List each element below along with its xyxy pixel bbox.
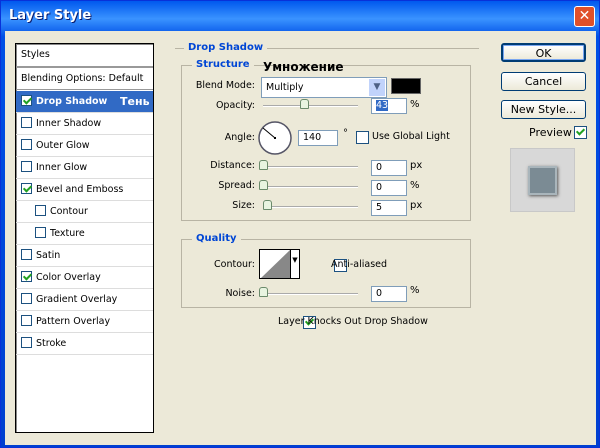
satin-checkbox[interactable] (21, 249, 32, 260)
preview-checkbox[interactable] (573, 126, 587, 139)
sidebar-item-contour[interactable]: Contour (16, 201, 153, 223)
opacity-slider-track[interactable] (263, 105, 358, 107)
noise-slider-thumb[interactable] (259, 287, 268, 297)
size-slider-track[interactable] (263, 206, 358, 208)
contour-curve-icon (261, 250, 290, 278)
sidebar-item-outer-glow[interactable]: Outer Glow (16, 135, 153, 157)
preview-label[interactable]: Preview (529, 126, 572, 139)
sidebar-item-gradient-overlay[interactable]: Gradient Overlay (16, 289, 153, 311)
outer-glow-checkbox[interactable] (21, 139, 32, 150)
opacity-input[interactable]: 43 (371, 98, 407, 114)
opacity-unit: % (410, 99, 420, 110)
contour-checkbox[interactable] (35, 205, 46, 216)
sidebar-item-inner-shadow[interactable]: Inner Shadow (16, 113, 153, 135)
opacity-label: Opacity: (215, 100, 255, 111)
inner-glow-checkbox[interactable] (21, 161, 32, 172)
layer-style-dialog: Layer Style ✕ Styles Blending Options: D… (0, 0, 600, 448)
texture-checkbox[interactable] (35, 227, 46, 238)
size-slider-thumb[interactable] (263, 200, 272, 210)
sidebar-item-label: Pattern Overlay (36, 316, 111, 327)
blend-mode-label: Blend Mode: (195, 80, 255, 91)
sidebar-item-label: Drop Shadow (36, 96, 108, 107)
spread-unit: % (410, 180, 420, 191)
stroke-checkbox[interactable] (21, 337, 32, 348)
distance-slider-thumb[interactable] (259, 160, 268, 170)
layer-knocks-out-label[interactable]: Layer Knocks Out Drop Shadow (278, 316, 428, 327)
contour-label: Contour: (214, 259, 255, 270)
spread-slider-track[interactable] (263, 186, 358, 188)
anti-aliased-label[interactable]: Anti-aliased (331, 259, 387, 270)
title-bar[interactable]: Layer Style ✕ (1, 1, 600, 31)
ok-button[interactable]: OK (501, 43, 586, 62)
sidebar-item-label: Contour (50, 206, 88, 217)
sidebar-item-blending-options[interactable]: Blending Options: Default (16, 68, 153, 90)
size-label: Size: (232, 200, 255, 211)
dialog-body: Styles Blending Options: Default Drop Sh… (5, 31, 596, 445)
distance-unit: px (410, 160, 423, 171)
blend-mode-value: Multiply (266, 82, 304, 93)
distance-label: Distance: (210, 160, 255, 171)
angle-unit: ° (343, 128, 348, 139)
noise-label: Noise: (225, 288, 255, 299)
sidebar-item-label: Gradient Overlay (36, 294, 118, 305)
sidebar-item-stroke[interactable]: Stroke (16, 333, 153, 355)
sidebar-item-label: Inner Shadow (36, 118, 102, 129)
sidebar-item-label: Color Overlay (36, 272, 101, 283)
annotation-blend: Умножение (263, 60, 344, 74)
gradient-overlay-checkbox[interactable] (21, 293, 32, 304)
noise-input[interactable]: 0 (371, 286, 407, 302)
use-global-light-label[interactable]: Use Global Light (372, 131, 450, 142)
preview-thumbnail (510, 148, 575, 212)
inner-shadow-checkbox[interactable] (21, 117, 32, 128)
color-overlay-checkbox[interactable] (21, 271, 32, 282)
opacity-value: 43 (376, 100, 389, 111)
sidebar-item-label: Stroke (36, 338, 67, 349)
spread-label: Spread: (218, 180, 255, 191)
sidebar-item-inner-glow[interactable]: Inner Glow (16, 157, 153, 179)
chevron-down-icon: ▼ (369, 79, 385, 96)
angle-input[interactable]: 140 (298, 130, 338, 146)
angle-label: Angle: (224, 132, 255, 143)
sidebar-item-drop-shadow[interactable]: Drop Shadow Тень (16, 91, 153, 113)
opacity-slider-thumb[interactable] (300, 99, 309, 109)
sidebar-item-label: Inner Glow (36, 162, 88, 173)
sidebar-item-label: Bevel and Emboss (36, 184, 124, 195)
blend-mode-select[interactable]: Multiply ▼ (261, 77, 387, 98)
sidebar-item-label: Texture (50, 228, 85, 239)
sidebar-item-texture[interactable]: Texture (16, 223, 153, 245)
size-unit: px (410, 200, 423, 211)
bevel-emboss-checkbox[interactable] (21, 183, 32, 194)
cancel-button[interactable]: Cancel (501, 72, 586, 91)
noise-slider-track[interactable] (263, 293, 358, 295)
quality-title: Quality (192, 233, 241, 244)
drop-shadow-checkbox[interactable] (21, 95, 32, 106)
sidebar-item-pattern-overlay[interactable]: Pattern Overlay (16, 311, 153, 333)
annotation-shadow: Тень (120, 95, 150, 108)
shadow-color-swatch[interactable] (391, 78, 421, 94)
size-input[interactable]: 5 (371, 200, 407, 216)
window-title: Layer Style (9, 8, 92, 23)
sidebar-item-bevel-emboss[interactable]: Bevel and Emboss (16, 179, 153, 201)
sidebar-item-label: Outer Glow (36, 140, 90, 151)
close-button[interactable]: ✕ (574, 6, 595, 27)
sidebar-item-satin[interactable]: Satin (16, 245, 153, 267)
noise-unit: % (410, 285, 420, 296)
spread-slider-thumb[interactable] (259, 180, 268, 190)
pattern-overlay-checkbox[interactable] (21, 315, 32, 326)
contour-picker[interactable]: ▼ (259, 249, 300, 279)
drop-shadow-title: Drop Shadow (184, 42, 268, 53)
distance-input[interactable]: 0 (371, 160, 407, 176)
angle-dial[interactable] (257, 120, 293, 156)
sidebar-item-label: Satin (36, 250, 61, 261)
styles-header[interactable]: Styles (16, 44, 153, 68)
new-style-button[interactable]: New Style... (501, 100, 586, 119)
spread-input[interactable]: 0 (371, 180, 407, 196)
sidebar-item-color-overlay[interactable]: Color Overlay (16, 267, 153, 289)
preview-square (528, 166, 557, 195)
distance-slider-track[interactable] (263, 166, 358, 168)
styles-list: Styles Blending Options: Default Drop Sh… (15, 43, 154, 433)
contour-dropdown-icon[interactable]: ▼ (290, 250, 299, 278)
use-global-light-checkbox[interactable] (356, 131, 369, 144)
structure-title: Structure (192, 59, 254, 70)
